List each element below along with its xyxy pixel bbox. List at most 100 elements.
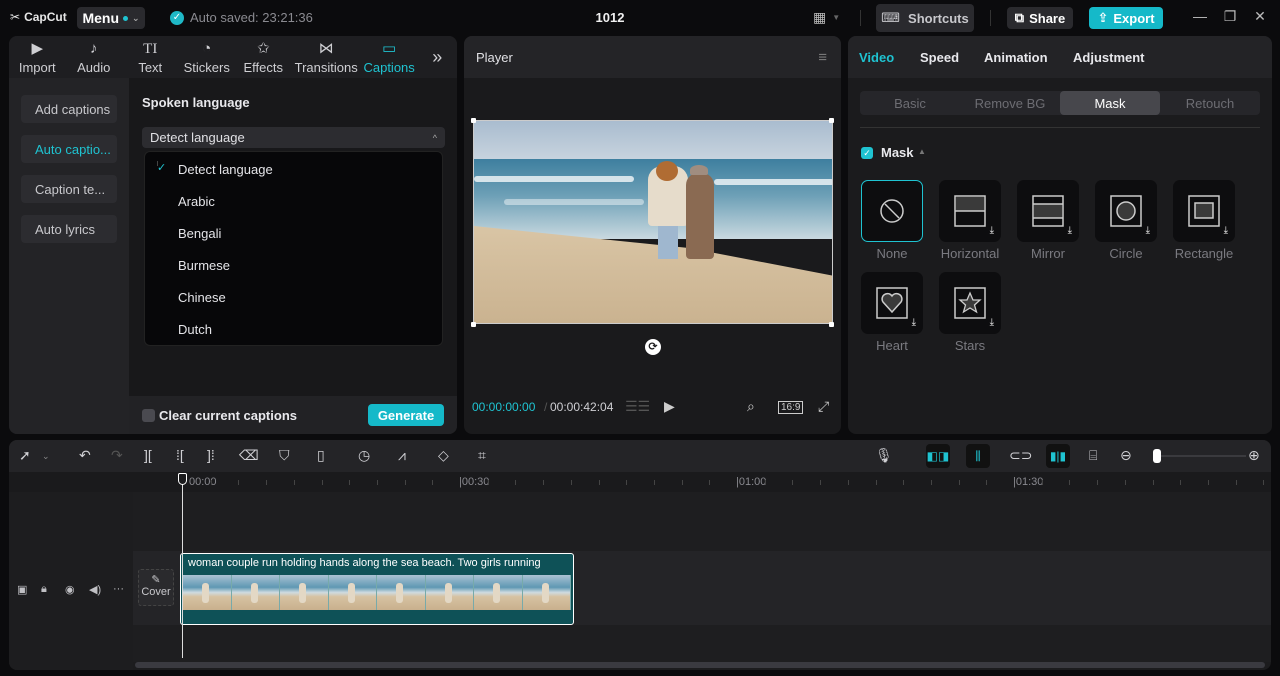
language-select[interactable]: Detect language ^ xyxy=(142,127,445,148)
audio-icon: ♪ xyxy=(90,39,98,57)
subtab-retouch[interactable]: Retouch xyxy=(1160,91,1260,115)
tab-transitions[interactable]: ⋈ Transitions xyxy=(292,36,361,78)
main-track-magnet-button[interactable]: ◧◨ xyxy=(926,444,950,468)
mask-horizontal[interactable]: ⤓ xyxy=(939,180,1001,242)
mirror-icon[interactable]: ⩘ xyxy=(398,447,406,464)
language-option[interactable]: Dutch xyxy=(145,313,442,345)
split-left-icon[interactable]: ⁞[ xyxy=(176,447,184,463)
zoom-out-icon[interactable]: ⊖ xyxy=(1120,447,1132,464)
language-option[interactable]: Bengali xyxy=(145,217,442,249)
sidebar-item-add-captions[interactable]: Add captions xyxy=(21,95,117,123)
sidebar-item-auto-captions[interactable]: Auto captio... xyxy=(21,135,117,163)
double-chevron-right-icon: » xyxy=(432,46,443,67)
mask-none[interactable] xyxy=(861,180,923,242)
upload-icon: ⇪ xyxy=(1097,10,1109,25)
tab-import[interactable]: ▶ Import xyxy=(9,36,66,78)
auto-snap-button[interactable]: ⫼ xyxy=(966,444,990,468)
eye-icon[interactable]: ◉ xyxy=(65,583,75,596)
language-option[interactable]: ✓ Detect language xyxy=(145,153,442,185)
tab-effects[interactable]: ✩ Effects xyxy=(235,36,292,78)
tab-adjustment[interactable]: Adjustment xyxy=(1073,50,1145,65)
preview-axis-button[interactable]: ▮|▮ xyxy=(1046,444,1070,468)
mask-circle[interactable]: ⤓ xyxy=(1095,180,1157,242)
sidebar-item-auto-lyrics[interactable]: Auto lyrics xyxy=(21,215,117,243)
playhead-handle[interactable] xyxy=(178,473,187,485)
undo-icon[interactable]: ↶ xyxy=(79,447,91,464)
resize-handle[interactable] xyxy=(471,322,476,327)
redo-icon[interactable]: ↷ xyxy=(111,447,123,464)
ruler-tick xyxy=(653,480,655,485)
menu-button[interactable]: Menu ⌄ xyxy=(77,7,145,29)
close-button[interactable]: ✕ xyxy=(1250,8,1270,25)
fullscreen-icon[interactable]: ⤢ xyxy=(818,398,829,415)
mask-rectangle[interactable]: ⤓ xyxy=(1173,180,1235,242)
reverse-icon[interactable]: ◷ xyxy=(358,447,370,464)
mask-mirror[interactable]: ⤓ xyxy=(1017,180,1079,242)
resize-handle[interactable] xyxy=(829,118,834,123)
minimize-button[interactable]: — xyxy=(1190,8,1210,24)
subtab-remove-bg[interactable]: Remove BG xyxy=(960,91,1060,115)
split-icon[interactable]: ][ xyxy=(144,447,152,463)
tab-audio[interactable]: ♪ Audio xyxy=(66,36,123,78)
shortcuts-button[interactable]: ⌨ Shortcuts xyxy=(876,4,974,32)
zoom-to-fit-icon[interactable]: ⌸ xyxy=(1089,447,1097,464)
resize-handle[interactable] xyxy=(829,322,834,327)
zoom-slider[interactable] xyxy=(1154,455,1246,457)
zoom-in-icon[interactable]: ⊕ xyxy=(1248,447,1260,464)
volume-icon[interactable]: ◀) xyxy=(89,583,101,596)
lock-icon[interactable]: 🔒︎ xyxy=(41,583,47,596)
aspect-ratio-button[interactable]: 16:9 xyxy=(778,401,804,414)
language-option[interactable]: Arabic xyxy=(145,185,442,217)
language-option[interactable]: Chinese xyxy=(145,281,442,313)
zoom-slider-handle[interactable] xyxy=(1152,449,1161,463)
timeline-grid-icon[interactable]: ☰☰ xyxy=(625,398,650,415)
crop-icon[interactable]: ⌗ xyxy=(478,447,486,464)
layout-button[interactable]: ▦ ▼ xyxy=(813,9,840,26)
tab-stickers[interactable]: ◔ Stickers xyxy=(179,36,236,78)
mask-checkbox[interactable]: ✓ xyxy=(861,147,873,159)
hamburger-menu-icon[interactable]: ≡ xyxy=(818,49,827,66)
export-button[interactable]: ⇪ Export xyxy=(1089,7,1163,29)
play-button[interactable]: ▶ xyxy=(664,398,675,415)
tab-captions[interactable]: ▭ Captions xyxy=(361,36,418,78)
clear-captions-checkbox[interactable] xyxy=(142,408,155,422)
tab-text[interactable]: TI Text xyxy=(122,36,179,78)
subtab-basic[interactable]: Basic xyxy=(860,91,960,115)
mask-stars[interactable]: ⤓ xyxy=(939,272,1001,334)
zoom-preview-icon[interactable]: ⌕ xyxy=(747,398,755,415)
tab-animation[interactable]: Animation xyxy=(984,50,1048,65)
restore-button[interactable]: ❐ xyxy=(1220,8,1240,25)
caret-up-icon[interactable]: ▲ xyxy=(918,147,926,156)
select-tool-icon[interactable]: ➚ xyxy=(19,447,31,464)
share-button[interactable]: ⧉ Share xyxy=(1007,7,1073,29)
horizontal-scrollbar[interactable] xyxy=(135,662,1265,668)
language-option[interactable]: Burmese xyxy=(145,249,442,281)
subtab-mask[interactable]: Mask xyxy=(1060,91,1160,115)
tab-video[interactable]: Video xyxy=(859,50,894,65)
generate-button[interactable]: Generate xyxy=(368,404,444,426)
time-ruler[interactable]: 00:00 |00:30 |01:00 |01:30 xyxy=(9,472,1271,492)
more-options-icon[interactable]: ··· xyxy=(113,583,124,595)
cover-button[interactable]: ✎ Cover xyxy=(138,569,174,606)
link-icon[interactable]: ⊂⊃ xyxy=(1009,447,1032,464)
tab-speed[interactable]: Speed xyxy=(920,50,959,65)
rotate-icon[interactable]: ◇ xyxy=(438,447,449,464)
playhead-line[interactable] xyxy=(182,474,183,658)
text-icon: TI xyxy=(143,40,158,57)
rotate-icon[interactable]: ⟳ xyxy=(645,339,661,355)
video-preview[interactable] xyxy=(473,120,833,324)
resize-handle[interactable] xyxy=(471,118,476,123)
mask-heart[interactable]: ⤓ xyxy=(861,272,923,334)
microphone-icon[interactable]: 🎙 xyxy=(875,447,893,464)
ruler-label: |01:30 xyxy=(1013,476,1044,488)
ruler-label: 00:00 xyxy=(189,476,217,488)
freeze-icon[interactable]: ▯ xyxy=(317,447,325,464)
chevron-down-icon[interactable]: ⌄ xyxy=(42,451,50,462)
delete-icon[interactable]: ⌫ xyxy=(239,447,259,464)
video-clip[interactable]: woman couple run holding hands along the… xyxy=(180,553,574,625)
ruler-tick xyxy=(792,480,794,485)
split-right-icon[interactable]: ]⁞ xyxy=(207,447,215,463)
marker-icon[interactable]: ⛉ xyxy=(279,447,290,464)
more-tabs-button[interactable]: » xyxy=(417,36,457,78)
sidebar-item-caption-templates[interactable]: Caption te... xyxy=(21,175,117,203)
